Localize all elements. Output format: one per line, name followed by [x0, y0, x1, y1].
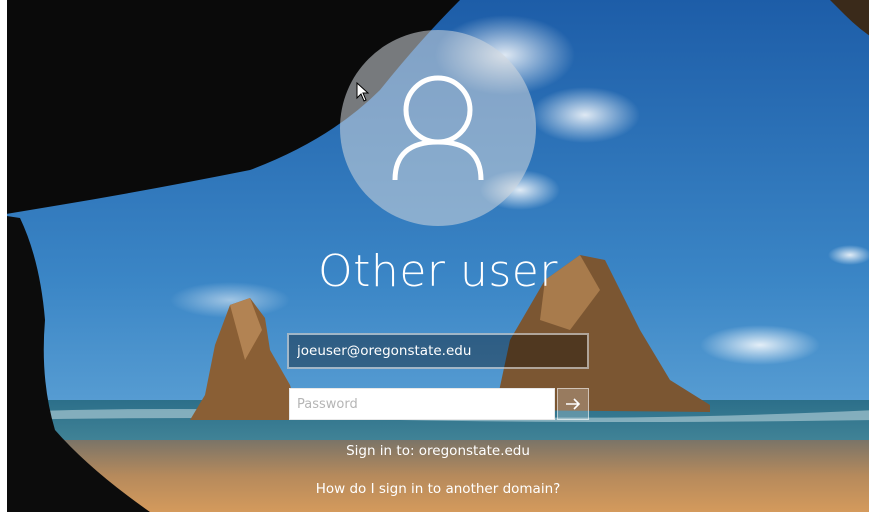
- user-silhouette-icon: [392, 75, 484, 181]
- arrow-right-icon: [566, 398, 581, 410]
- user-avatar: [340, 30, 536, 226]
- lock-screen: Other user Sign in to: oregonstate.edu H…: [0, 0, 876, 512]
- other-domain-link[interactable]: How do I sign in to another domain?: [0, 481, 876, 497]
- submit-button[interactable]: [557, 388, 589, 420]
- username-input[interactable]: [287, 333, 589, 369]
- username-heading: Other user: [318, 246, 558, 297]
- sign-in-domain-text: Sign in to: oregonstate.edu: [346, 443, 530, 459]
- password-input[interactable]: [289, 388, 555, 420]
- mouse-pointer-icon: [356, 82, 370, 102]
